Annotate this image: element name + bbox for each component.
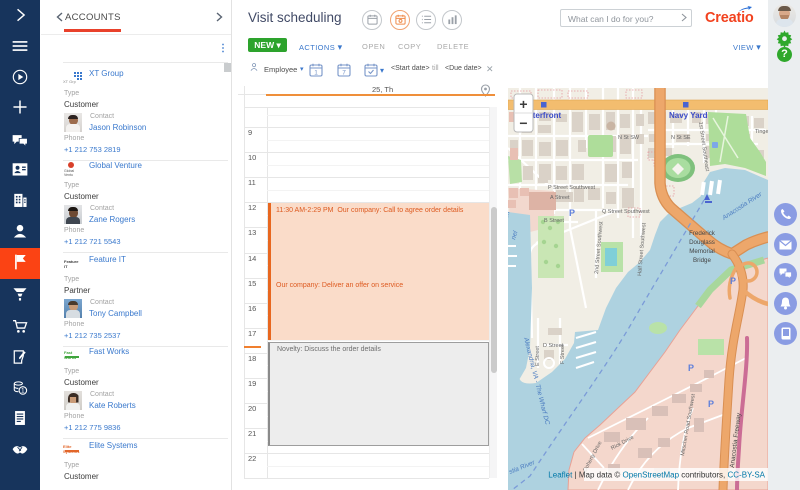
svg-text:P: P bbox=[569, 208, 575, 218]
svg-text:Bridge: Bridge bbox=[693, 257, 711, 264]
svg-text:+: + bbox=[519, 96, 527, 112]
svg-text:1: 1 bbox=[314, 70, 318, 77]
svg-text:P Street Southwest: P Street Southwest bbox=[548, 185, 595, 191]
svg-text:F Street: F Street bbox=[560, 344, 566, 364]
svg-text:N St SW: N St SW bbox=[618, 135, 640, 141]
svg-text:A Street: A Street bbox=[550, 195, 570, 201]
svg-text:−: − bbox=[519, 115, 527, 131]
svg-text:Frederick: Frederick bbox=[689, 230, 716, 237]
svg-text:1: 1 bbox=[21, 388, 25, 395]
svg-text:Memorial: Memorial bbox=[689, 248, 714, 255]
svg-text:P: P bbox=[708, 399, 714, 409]
svg-text:P: P bbox=[730, 276, 736, 286]
svg-text:Leaflet | Map data © OpenStree: Leaflet | Map data © OpenStreetMap contr… bbox=[548, 471, 765, 480]
svg-text:Douglass: Douglass bbox=[689, 239, 715, 246]
svg-text:P: P bbox=[688, 363, 694, 373]
svg-text:7: 7 bbox=[342, 70, 346, 77]
svg-text:B Street: B Street bbox=[544, 218, 564, 224]
svg-text:Tingey Str: Tingey Str bbox=[755, 129, 768, 135]
svg-text:Q Street Southwest: Q Street Southwest bbox=[602, 209, 650, 215]
svg-text:Navy Yard: Navy Yard bbox=[669, 111, 708, 120]
svg-text:N St SE: N St SE bbox=[671, 135, 691, 141]
